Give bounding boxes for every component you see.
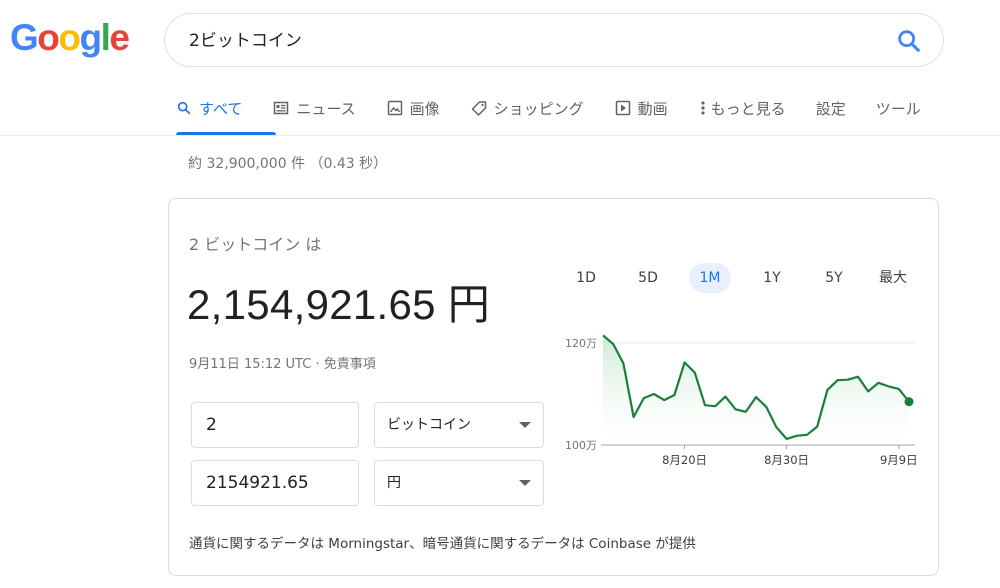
play-icon — [615, 100, 631, 116]
search-icon — [176, 100, 192, 116]
range-5y[interactable]: 5Y — [811, 263, 857, 293]
tab-images[interactable]: 画像 — [387, 86, 440, 130]
more-vert-icon — [699, 100, 707, 116]
conversion-meta: 9月11日 15:12 UTC · 免責事項 — [189, 353, 376, 372]
logo-letter: G — [10, 17, 39, 58]
news-icon — [273, 100, 289, 116]
y-tick-label: 120万 — [565, 337, 597, 350]
data-source-note: 通貨に関するデータは Morningstar、暗号通貨に関するデータは Coin… — [189, 536, 696, 552]
tab-shopping[interactable]: ショッピング — [471, 86, 584, 130]
search-tabs: すべて ニュース 画像 ショッピング 動画 もっと見る 設定 ツール — [176, 86, 921, 137]
search-icon — [898, 30, 920, 52]
range-5d[interactable]: 5D — [625, 263, 671, 293]
tab-label: ニュース — [296, 99, 356, 118]
image-icon — [387, 100, 403, 116]
tab-label: 画像 — [409, 99, 440, 118]
to-amount-input[interactable] — [191, 460, 359, 506]
conversion-result: 2,154,921.65 円 — [187, 281, 491, 328]
tab-tools[interactable]: ツール — [876, 86, 921, 130]
tab-label: すべて — [199, 99, 243, 118]
chart-range-selector: 1D 5D 1M 1Y 5Y 最大 — [563, 263, 923, 295]
tab-label: 設定 — [815, 99, 846, 118]
separator: · — [311, 357, 324, 372]
x-tick-label: 8月30日 — [764, 453, 809, 467]
disclaimer-link[interactable]: 免責事項 — [324, 357, 376, 372]
tab-news[interactable]: ニュース — [273, 86, 356, 130]
conversion-label: 2 ビットコイン は — [189, 235, 322, 254]
search-button[interactable] — [895, 27, 923, 55]
tab-label: ツール — [875, 99, 921, 118]
range-1d[interactable]: 1D — [563, 263, 609, 293]
tabs-divider — [0, 135, 1000, 136]
from-currency-select[interactable]: ビットコイン — [374, 402, 544, 448]
tab-label: もっと見る — [710, 99, 786, 118]
logo-letter: o — [37, 17, 60, 58]
tab-more[interactable]: もっと見る — [699, 86, 786, 130]
logo-letter: l — [100, 17, 111, 58]
tab-all[interactable]: すべて — [176, 86, 242, 130]
x-tick-label: 9月9日 — [880, 453, 918, 467]
tab-videos[interactable]: 動画 — [615, 86, 668, 130]
range-max[interactable]: 最大 — [869, 263, 917, 293]
tag-icon — [471, 100, 487, 116]
google-logo[interactable]: Google — [10, 17, 130, 58]
logo-letter: e — [109, 17, 130, 58]
logo-letter: g — [79, 17, 103, 58]
range-1y[interactable]: 1Y — [749, 263, 795, 293]
tab-label: 動画 — [637, 99, 668, 118]
dropdown-arrow-icon — [519, 480, 531, 486]
result-stats: 約 32,900,000 件 （0.43 秒） — [188, 156, 388, 172]
logo-letter: o — [58, 17, 81, 58]
x-tick-label: 8月20日 — [662, 453, 707, 467]
current-price-dot — [904, 397, 914, 407]
price-chart[interactable]: 120万 100万 8月20日 8月30日 9月9日 — [545, 329, 925, 479]
to-currency-select[interactable]: 円 — [374, 460, 544, 506]
search-box[interactable] — [164, 13, 944, 68]
dropdown-arrow-icon — [519, 422, 531, 428]
search-input[interactable] — [189, 14, 839, 68]
tab-label: ショッピング — [493, 99, 584, 118]
price-area — [603, 335, 909, 445]
range-1m[interactable]: 1M — [689, 263, 731, 293]
currency-converter-card: 2 ビットコイン は 2,154,921.65 円 9月11日 15:12 UT… — [168, 198, 939, 576]
timestamp: 9月11日 15:12 UTC — [189, 357, 312, 372]
y-tick-label: 100万 — [565, 439, 597, 452]
from-amount-input[interactable] — [191, 402, 359, 448]
from-currency-value: ビットコイン — [387, 417, 471, 433]
tab-settings[interactable]: 設定 — [816, 86, 846, 130]
to-currency-value: 円 — [387, 475, 401, 491]
